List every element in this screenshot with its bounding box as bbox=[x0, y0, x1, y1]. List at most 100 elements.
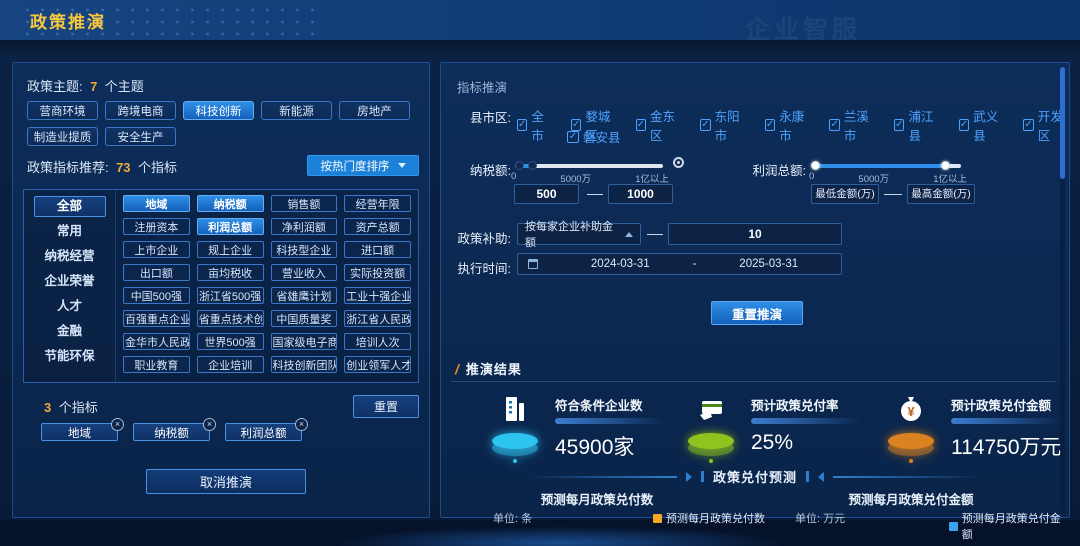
profit-slider-min-handle[interactable] bbox=[811, 161, 820, 170]
indicator-button[interactable]: 上市企业 bbox=[123, 241, 190, 258]
topic-button[interactable]: 营商环境 bbox=[27, 101, 98, 120]
reset-simulation-button[interactable]: 重置推演 bbox=[711, 301, 803, 325]
indicator-button[interactable]: 世界500强 bbox=[196, 333, 264, 350]
indicator-button[interactable]: 省雄鹰计划 bbox=[270, 287, 338, 304]
kpi-qualified-companies: 符合条件企业数 45900家 bbox=[489, 391, 665, 463]
district-checkbox[interactable]: ✓ 兰溪市 bbox=[829, 106, 875, 144]
kpi-pedestal bbox=[685, 391, 737, 463]
indicator-button[interactable]: 浙江省人民政... bbox=[344, 310, 411, 327]
district-checkbox[interactable]: ✓ 磐安县 bbox=[567, 127, 621, 146]
category-tab[interactable]: 金融 bbox=[24, 319, 115, 344]
panel-scrollbar[interactable] bbox=[1060, 66, 1065, 514]
indicator-button[interactable]: 金华市人民政... bbox=[123, 333, 190, 350]
indicator-button[interactable]: 科技创新团队 bbox=[270, 356, 338, 373]
category-tab[interactable]: 常用 bbox=[24, 219, 115, 244]
reset-button[interactable]: 重置 bbox=[353, 395, 419, 418]
checkbox-checked-icon: ✓ bbox=[1023, 119, 1034, 131]
checkbox-checked-icon: ✓ bbox=[635, 119, 646, 131]
selected-indicator-chip[interactable]: 地域 × bbox=[41, 418, 124, 441]
indicator-button[interactable]: 营业收入 bbox=[270, 264, 338, 281]
indicator-button[interactable]: 纳税额 bbox=[196, 195, 264, 212]
indicator-button[interactable]: 职业教育 bbox=[123, 356, 190, 373]
district-checkbox[interactable]: ✓ 永康市 bbox=[764, 106, 811, 144]
district-option-label: 浦江县 bbox=[908, 110, 934, 143]
indicator-button[interactable]: 进口额 bbox=[344, 241, 411, 258]
kpi-underline bbox=[751, 418, 861, 424]
subsidy-mode-select[interactable]: 按每家企业补助金额 bbox=[517, 221, 641, 249]
district-checkbox[interactable]: ✓ 东阳市 bbox=[700, 106, 746, 144]
recommend-label: 政策指标推荐: bbox=[27, 160, 109, 175]
indicator-button[interactable]: 中国500强 bbox=[123, 287, 190, 304]
indicator-button[interactable]: 规上企业 bbox=[196, 241, 264, 258]
selected-indicator-chip[interactable]: 利润总额 × bbox=[225, 418, 308, 441]
range-dash bbox=[884, 194, 902, 195]
district-checkbox[interactable]: ✓ 金东区 bbox=[635, 106, 682, 144]
indicator-button[interactable]: 浙江省500强 bbox=[196, 287, 264, 304]
profit-max-input[interactable]: 最高金额(万) bbox=[907, 184, 975, 204]
remove-chip-icon[interactable]: × bbox=[295, 418, 308, 431]
indicator-button[interactable]: 出口额 bbox=[123, 264, 190, 281]
selected-indicator-chip[interactable]: 纳税额 × bbox=[133, 418, 216, 441]
indicator-recommend-summary: 政策指标推荐: 73 个指标 bbox=[27, 157, 177, 177]
indicator-button[interactable]: 省重点技术创... bbox=[196, 310, 264, 327]
tax-label: 纳税额: bbox=[470, 164, 511, 178]
indicator-button[interactable]: 中国质量奖 bbox=[270, 310, 338, 327]
cancel-simulation-button[interactable]: 取消推演 bbox=[146, 469, 306, 494]
date-range-picker[interactable]: 2024-03-31 - 2025-03-31 bbox=[517, 253, 842, 275]
indicator-button[interactable]: 实际投资额 bbox=[344, 264, 411, 281]
profit-range-slider[interactable] bbox=[811, 161, 961, 170]
indicator-button[interactable]: 培训人次 bbox=[344, 333, 411, 350]
indicator-button[interactable]: 经营年限 bbox=[344, 195, 411, 212]
indicator-button[interactable]: 百强重点企业 bbox=[123, 310, 190, 327]
indicator-button[interactable]: 销售额 bbox=[270, 195, 338, 212]
indicator-button[interactable]: 科技型企业 bbox=[270, 241, 338, 258]
topic-button[interactable]: 制造业提质 bbox=[27, 127, 98, 146]
indicator-button[interactable]: 创业领军人才 bbox=[344, 356, 411, 373]
topic-button[interactable]: 跨境电商 bbox=[105, 101, 176, 120]
tax-slider-min-handle[interactable] bbox=[515, 161, 524, 170]
category-tab[interactable]: 纳税经营 bbox=[24, 244, 115, 269]
gear-icon[interactable] bbox=[673, 157, 684, 168]
tax-range-slider[interactable] bbox=[515, 161, 663, 170]
topic-button[interactable]: 房地产 bbox=[339, 101, 410, 120]
tax-min-input[interactable]: 500 bbox=[514, 184, 579, 204]
indicator-button[interactable]: 地域 bbox=[123, 195, 190, 212]
scrollbar-thumb[interactable] bbox=[1060, 67, 1065, 179]
indicator-grid: 地域 纳税额 销售额 经营年限注册资本 利润总额 净利润额 资产总额上市企业 规上企业 科技型企… bbox=[116, 190, 418, 382]
subsidy-amount-input[interactable]: 10 bbox=[668, 223, 842, 245]
tick-mid: 5000万 bbox=[560, 174, 592, 185]
category-tab[interactable]: 企业荣誉 bbox=[24, 269, 115, 294]
kpi-redemption-amount: ¥ 预计政策兑付金额 114750万元 bbox=[885, 391, 1062, 463]
indicator-button[interactable]: 工业十强企业 bbox=[344, 287, 411, 304]
tax-max-input[interactable]: 1000 bbox=[608, 184, 673, 204]
indicator-selector: 全部 常用 纳税经营 企业荣誉 人才 金融 节能环保 地域 纳税额 销售额 经营年限注册资本 利润总… bbox=[23, 189, 419, 383]
sort-by-popularity-dropdown[interactable]: 按热门度排序 bbox=[307, 155, 419, 176]
indicator-button[interactable]: 亩均税收 bbox=[196, 264, 264, 281]
tax-slider-max-handle[interactable] bbox=[528, 161, 537, 170]
indicator-button[interactable]: 注册资本 bbox=[123, 218, 190, 235]
remove-chip-icon[interactable]: × bbox=[203, 418, 216, 431]
end-date: 2025-03-31 bbox=[739, 258, 799, 270]
category-tab[interactable]: 人才 bbox=[24, 294, 115, 319]
category-tab[interactable]: 全部 bbox=[33, 196, 106, 217]
indicator-button[interactable]: 净利润额 bbox=[270, 218, 338, 235]
district-option-label: 武义县 bbox=[973, 110, 999, 143]
tick-max: 1亿以上 bbox=[933, 174, 967, 185]
remove-chip-icon[interactable]: × bbox=[111, 418, 124, 431]
topic-button[interactable]: 新能源 bbox=[261, 101, 332, 120]
indicator-button[interactable]: 国家级电子商... bbox=[270, 333, 338, 350]
indicator-button[interactable]: 利润总额 bbox=[196, 218, 264, 235]
district-checkbox[interactable]: ✓ 全市 bbox=[517, 106, 552, 144]
indicator-button[interactable]: 企业培训 bbox=[196, 356, 264, 373]
topic-button[interactable]: 科技创新 bbox=[183, 101, 254, 120]
topic-button[interactable]: 安全生产 bbox=[105, 127, 176, 146]
profit-min-input[interactable]: 最低金额(万) bbox=[811, 184, 879, 204]
district-option-label: 金东区 bbox=[649, 110, 675, 143]
indicator-category-tabs: 全部 常用 纳税经营 企业荣誉 人才 金融 节能环保 bbox=[24, 190, 116, 382]
category-tab[interactable]: 节能环保 bbox=[24, 344, 115, 369]
profit-slider-max-handle[interactable] bbox=[941, 161, 950, 170]
district-checkbox[interactable]: ✓ 浦江县 bbox=[894, 106, 940, 144]
district-checkbox[interactable]: ✓ 武义县 bbox=[958, 106, 1005, 144]
kpi-label: 符合条件企业数 bbox=[555, 399, 643, 413]
indicator-button[interactable]: 资产总额 bbox=[344, 218, 411, 235]
